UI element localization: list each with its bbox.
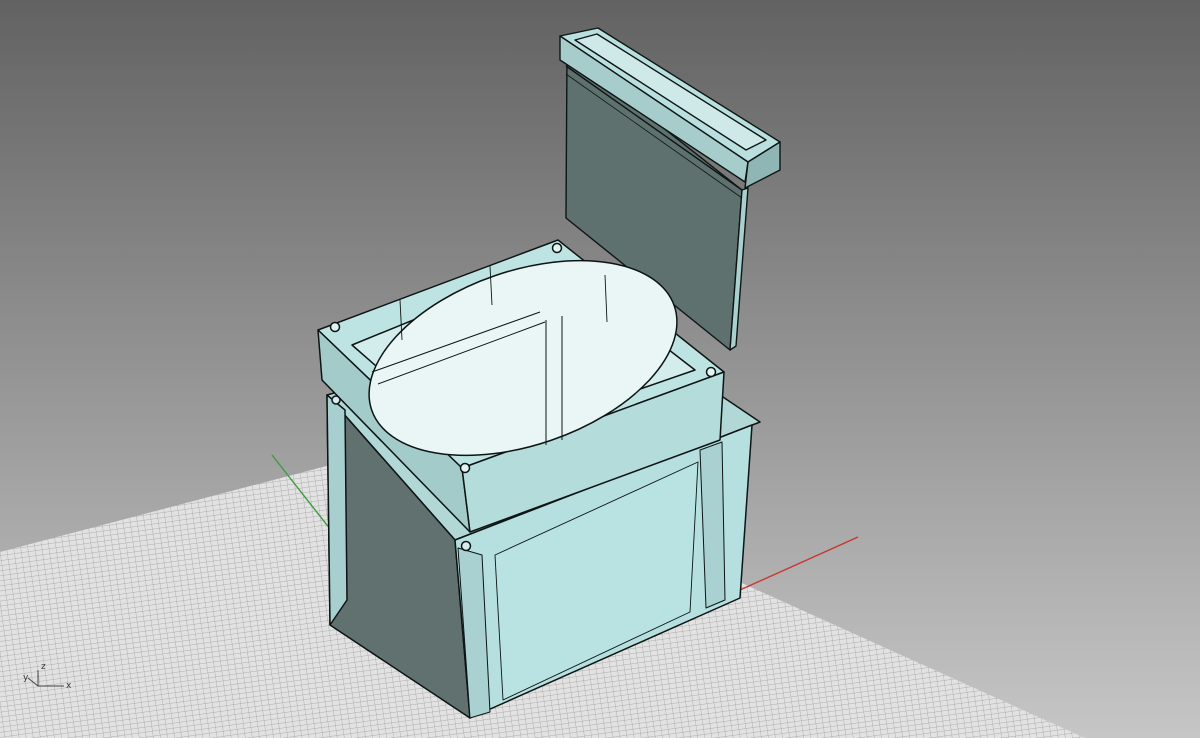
- screw-hole-frame-front: [459, 462, 471, 474]
- screw-hole-frame-right: [705, 366, 717, 378]
- widget-z-label: z: [41, 662, 46, 672]
- perspective-viewport[interactable]: x y z: [0, 0, 1200, 738]
- screw-hole-frame-left: [329, 321, 341, 333]
- widget-x-label: x: [66, 681, 72, 691]
- axis-orientation-widget: x y z: [23, 662, 72, 691]
- screw-hole-frame-back: [551, 242, 563, 254]
- widget-y-axis: [27, 677, 39, 687]
- scene-canvas[interactable]: [0, 0, 1200, 738]
- widget-y-label: y: [23, 673, 29, 683]
- screw-hole-body-front: [460, 540, 472, 552]
- body-left-strip: [326, 394, 348, 626]
